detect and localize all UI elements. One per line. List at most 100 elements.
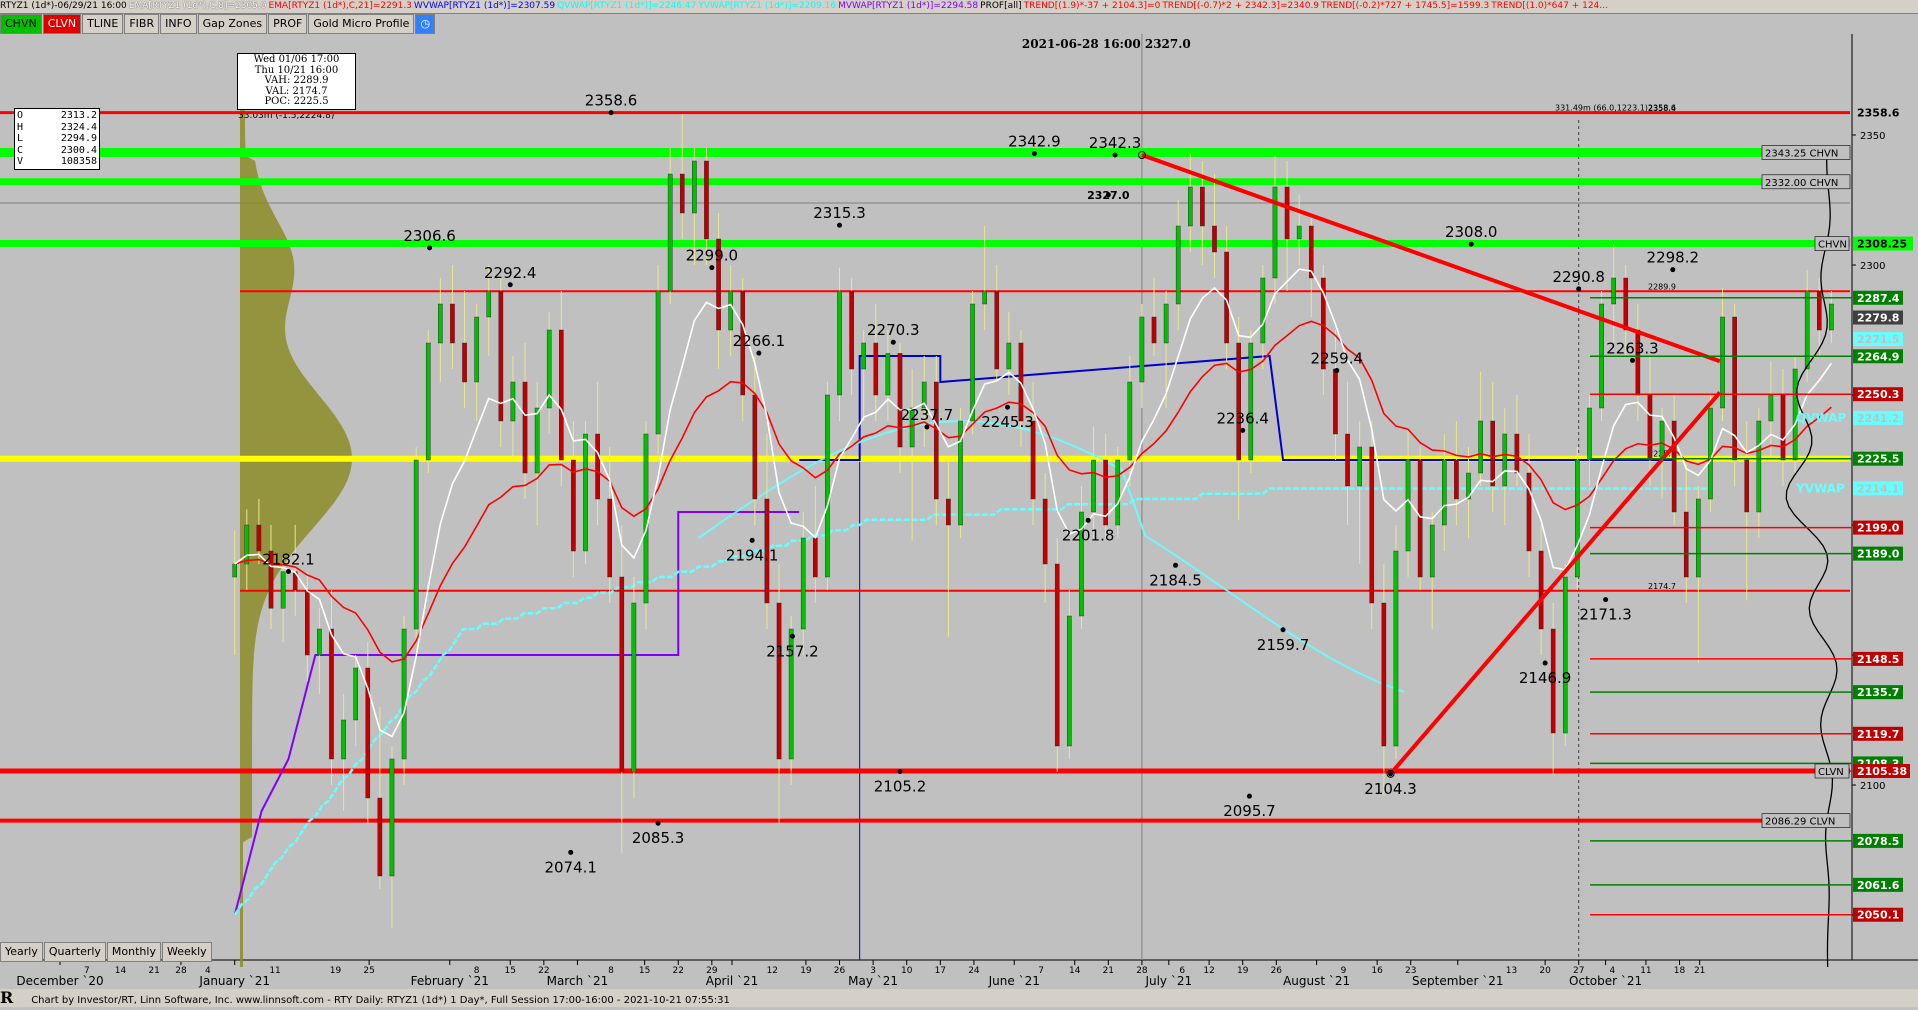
x-tick-minor-label: 8 bbox=[608, 966, 614, 976]
profile-info-line: VAH: 2289.9 bbox=[264, 75, 329, 86]
candle-body bbox=[1417, 459, 1423, 578]
candle-body bbox=[1587, 407, 1592, 461]
toolbar-button-gold-micro-profile[interactable]: Gold Micro Profile bbox=[308, 14, 415, 34]
candle-body bbox=[607, 498, 612, 578]
candle-body bbox=[728, 290, 733, 331]
x-tick-minor-label: 9 bbox=[1341, 966, 1347, 976]
candle-body bbox=[1526, 472, 1532, 552]
candle-body bbox=[401, 628, 407, 760]
y-tick-label: 2100 bbox=[1860, 781, 1885, 792]
candle-body bbox=[825, 394, 830, 578]
title-item: YVWAP[RTYZ1 (1d*)]=2209.16 bbox=[698, 1, 837, 11]
swing-dot bbox=[1629, 357, 1635, 363]
ohlc-key: O bbox=[17, 110, 24, 121]
candle-body bbox=[982, 290, 987, 305]
period-button-yearly[interactable]: Yearly bbox=[0, 942, 43, 962]
swing-dot bbox=[427, 245, 433, 251]
ohlc-value: 2294.9 bbox=[60, 133, 97, 144]
candle-body bbox=[1429, 524, 1435, 578]
toolbar-button-fibr[interactable]: FIBR bbox=[124, 14, 160, 34]
swing-dot bbox=[1085, 517, 1091, 523]
ohlc-row: V 108358 bbox=[17, 156, 97, 168]
period-button-quarterly[interactable]: Quarterly bbox=[43, 942, 106, 962]
toolbar-button-gap-zones[interactable]: Gap Zones bbox=[197, 14, 268, 34]
candle-body bbox=[800, 537, 806, 630]
candle-body bbox=[1659, 420, 1665, 461]
candle-body bbox=[692, 160, 697, 214]
period-button-monthly[interactable]: Monthly bbox=[106, 942, 161, 962]
x-tick-minor-label: 4 bbox=[205, 966, 211, 976]
candle-body bbox=[1333, 368, 1338, 435]
swing-dot bbox=[1388, 771, 1394, 777]
level-tag-label: CHVN bbox=[1818, 240, 1847, 251]
swing-label: 2327.0 bbox=[1087, 189, 1130, 202]
candle-body bbox=[1696, 498, 1701, 578]
profile-info-line: Wed 01/06 17:00 bbox=[253, 54, 340, 65]
period-button-weekly[interactable]: Weekly bbox=[161, 942, 212, 962]
swing-label: 2315.3 bbox=[813, 204, 866, 222]
candle-body bbox=[1139, 316, 1145, 383]
price-marker-label: 2225.5 bbox=[1857, 453, 1899, 466]
candle-body bbox=[232, 563, 238, 578]
toolbar-button-tline[interactable]: TLINE bbox=[82, 14, 124, 34]
linn-logo: R bbox=[0, 988, 14, 1007]
x-tick-minor-label: 21 bbox=[148, 966, 159, 976]
swing-dot bbox=[285, 569, 291, 575]
profile-info-line: POC: 2225.5 bbox=[264, 96, 329, 107]
price-marker-label: 2119.7 bbox=[1857, 728, 1899, 741]
candle-body bbox=[377, 797, 383, 877]
candle-body bbox=[970, 303, 975, 422]
swing-label: 2184.5 bbox=[1149, 571, 1202, 589]
ohlc-key: H bbox=[17, 121, 24, 133]
x-tick-label: 10 bbox=[901, 966, 913, 976]
candle-body bbox=[425, 342, 431, 461]
swing-dot bbox=[1240, 427, 1246, 433]
candle-body bbox=[1683, 511, 1689, 578]
candle-body bbox=[280, 571, 286, 609]
swing-label: 2245.3 bbox=[981, 413, 1034, 431]
swing-label: 2306.6 bbox=[403, 227, 456, 245]
candle-body bbox=[1236, 342, 1241, 461]
candle-body bbox=[353, 667, 358, 721]
candle-body bbox=[1454, 459, 1459, 500]
price-marker-label: 2148.5 bbox=[1857, 653, 1899, 666]
toolbar-button-prof[interactable]: PROF bbox=[268, 14, 308, 34]
candle-body bbox=[643, 433, 649, 604]
price-chart[interactable]: 2021-06-28 16:00 2327.0 33.03m (-1.5,222… bbox=[0, 0, 1918, 1007]
x-tick-label: 26 bbox=[834, 966, 846, 976]
candle-body bbox=[631, 602, 637, 773]
ohlc-row: O 2313.2 bbox=[17, 110, 97, 122]
x-tick-minor-label: 13 bbox=[1506, 966, 1517, 976]
swing-label: 2074.1 bbox=[544, 858, 597, 876]
x-tick-label: 11 bbox=[1640, 966, 1651, 976]
x-tick-label: September `21 bbox=[1412, 974, 1503, 988]
candle-body bbox=[1030, 420, 1036, 500]
x-tick-label: 15 bbox=[505, 966, 516, 976]
candle-body bbox=[244, 524, 250, 565]
toolbar-button-chvn[interactable]: CHVN bbox=[0, 14, 42, 34]
swing-label: 2146.9 bbox=[1519, 669, 1572, 687]
swing-dot bbox=[1603, 597, 1609, 603]
x-tick-label: 22 bbox=[673, 966, 684, 976]
y-tick-label: 2350 bbox=[1860, 131, 1885, 142]
swing-dot bbox=[890, 339, 896, 345]
swing-dot bbox=[789, 633, 795, 639]
vwap-tag: QVWAP bbox=[1796, 411, 1846, 425]
level-tag-label: 2086.29 CLVN bbox=[1765, 817, 1835, 828]
ohlc-value: 108358 bbox=[60, 156, 97, 167]
candle-body bbox=[1393, 550, 1399, 747]
x-tick-label: 24 bbox=[968, 966, 980, 976]
candle-body bbox=[583, 433, 588, 552]
profile-info-box: Wed 01/06 17:00 Thu 10/21 16:00 VAH: 2289.… bbox=[237, 53, 356, 110]
ohlc-row: C 2300.4 bbox=[17, 145, 97, 157]
x-tick-label: 18 bbox=[1674, 966, 1686, 976]
swing-dot bbox=[568, 849, 574, 855]
toolbar-button-clvn[interactable]: CLVN bbox=[42, 14, 82, 34]
candle-body bbox=[837, 290, 842, 396]
candle-body bbox=[413, 459, 419, 630]
clock-icon[interactable]: ◷ bbox=[415, 14, 436, 34]
toolbar-button-info[interactable]: INFO bbox=[160, 14, 197, 34]
ohlc-value: 2313.2 bbox=[60, 110, 97, 121]
x-tick-minor-label: 14 bbox=[115, 966, 127, 976]
axis-area bbox=[1852, 34, 1918, 960]
